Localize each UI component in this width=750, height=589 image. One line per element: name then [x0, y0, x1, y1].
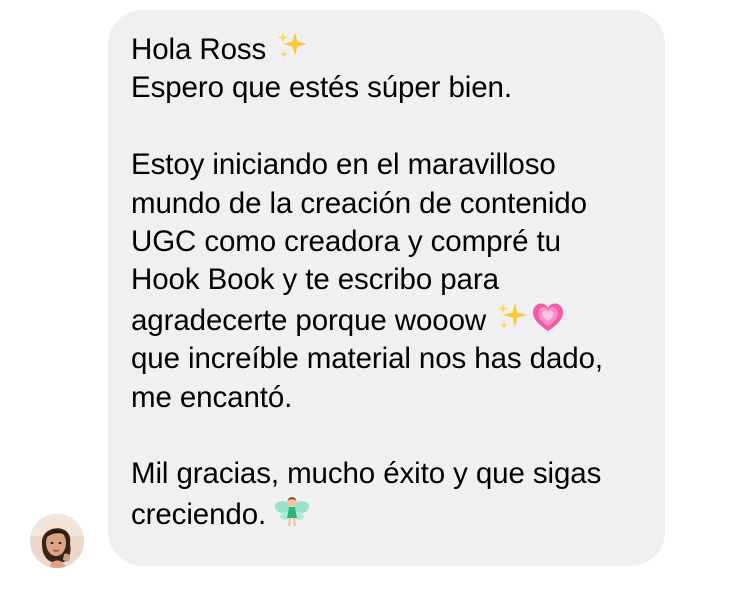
- fairy-emoji-icon: [274, 494, 310, 528]
- growing-heart-emoji-icon: [530, 300, 566, 334]
- message-bubble[interactable]: Hola Ross Espero que estés súper bien. E…: [108, 10, 665, 566]
- message-line: me encantó.: [131, 380, 293, 414]
- message-text: Hola Ross: [131, 33, 267, 66]
- sparkles-emoji-icon: [494, 300, 530, 334]
- sparkles-emoji-icon: [274, 29, 310, 63]
- message-line: agradecerte porque wooow: [131, 300, 645, 340]
- message-text: creciendo.: [131, 497, 267, 531]
- message-line: UGC como creadora y compré tu: [131, 225, 561, 259]
- message-line: Hook Book y te escribo para: [131, 263, 499, 297]
- message-line: que increíble material nos has dado,: [131, 342, 603, 376]
- message-line: creciendo.: [131, 494, 645, 534]
- message-line: Mil gracias, mucho éxito y que sigas: [131, 457, 602, 491]
- sender-avatar[interactable]: [30, 514, 84, 568]
- message-line: Estoy iniciando en el maravilloso: [131, 148, 556, 182]
- message-row: Hola Ross Espero que estés súper bien. E…: [0, 0, 750, 589]
- avatar-photo-icon: [30, 514, 84, 568]
- message-line: Hola Ross: [131, 29, 645, 69]
- message-text: agradecerte porque wooow: [131, 303, 487, 337]
- message-line: Espero que estés súper bien.: [131, 71, 512, 105]
- message-line: mundo de la creación de contenido: [131, 186, 587, 220]
